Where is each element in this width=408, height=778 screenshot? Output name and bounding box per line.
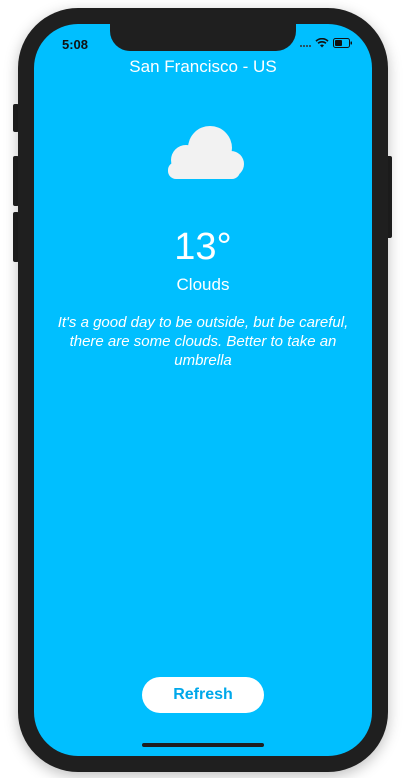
home-indicator[interactable] <box>142 743 264 747</box>
battery-icon <box>333 38 353 48</box>
city-title: San Francisco - US <box>129 57 277 76</box>
status-icons <box>300 38 353 48</box>
device-frame: 5:08 San Francisco - US 13° Clouds It's … <box>0 0 408 778</box>
cloud-icon <box>158 124 248 182</box>
signal-icon <box>300 39 311 47</box>
refresh-button[interactable]: Refresh <box>142 677 264 713</box>
weather-condition: Clouds <box>176 275 230 294</box>
temperature-value: 13° <box>174 226 232 268</box>
weather-message: It's a good day to be outside, but be ca… <box>57 314 349 369</box>
notch <box>110 24 296 51</box>
wifi-icon <box>315 38 329 48</box>
status-time: 5:08 <box>62 37 89 52</box>
